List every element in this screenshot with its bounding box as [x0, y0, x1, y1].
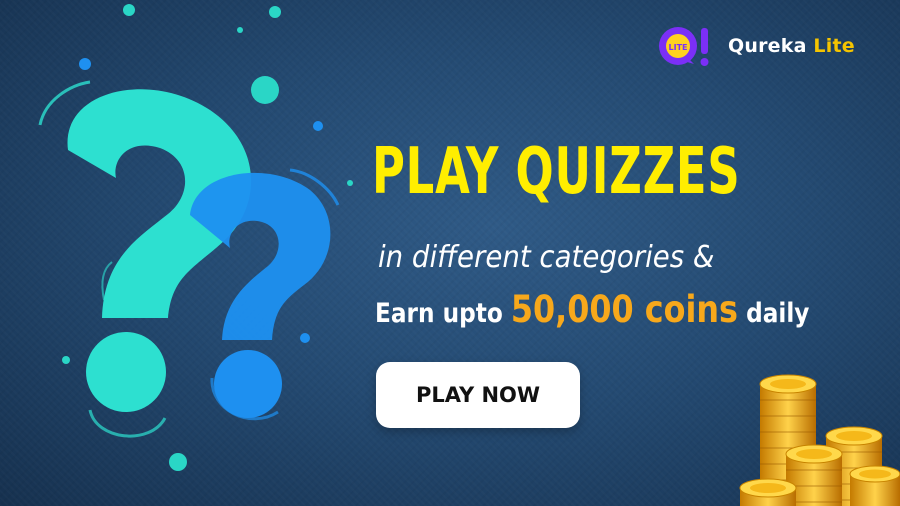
earn-highlight: 50,000 coins: [510, 288, 738, 331]
earn-prefix: Earn upto: [375, 298, 503, 329]
brand-logo: LITE Qureka Lite: [656, 22, 855, 70]
subline: in different categories &: [378, 240, 715, 275]
svg-text:LITE: LITE: [669, 43, 688, 52]
headline: PLAY QUIZZES: [372, 135, 741, 209]
question-mark-icon: [190, 168, 340, 421]
coin-stack-icon: [739, 374, 900, 506]
earn-suffix: daily: [746, 298, 810, 329]
play-now-button[interactable]: PLAY NOW: [376, 362, 580, 428]
earn-line: Earn upto 50,000 coins daily: [375, 288, 809, 331]
brand-name: Qureka Lite: [728, 35, 855, 57]
qureka-logo-icon: LITE: [659, 27, 709, 66]
